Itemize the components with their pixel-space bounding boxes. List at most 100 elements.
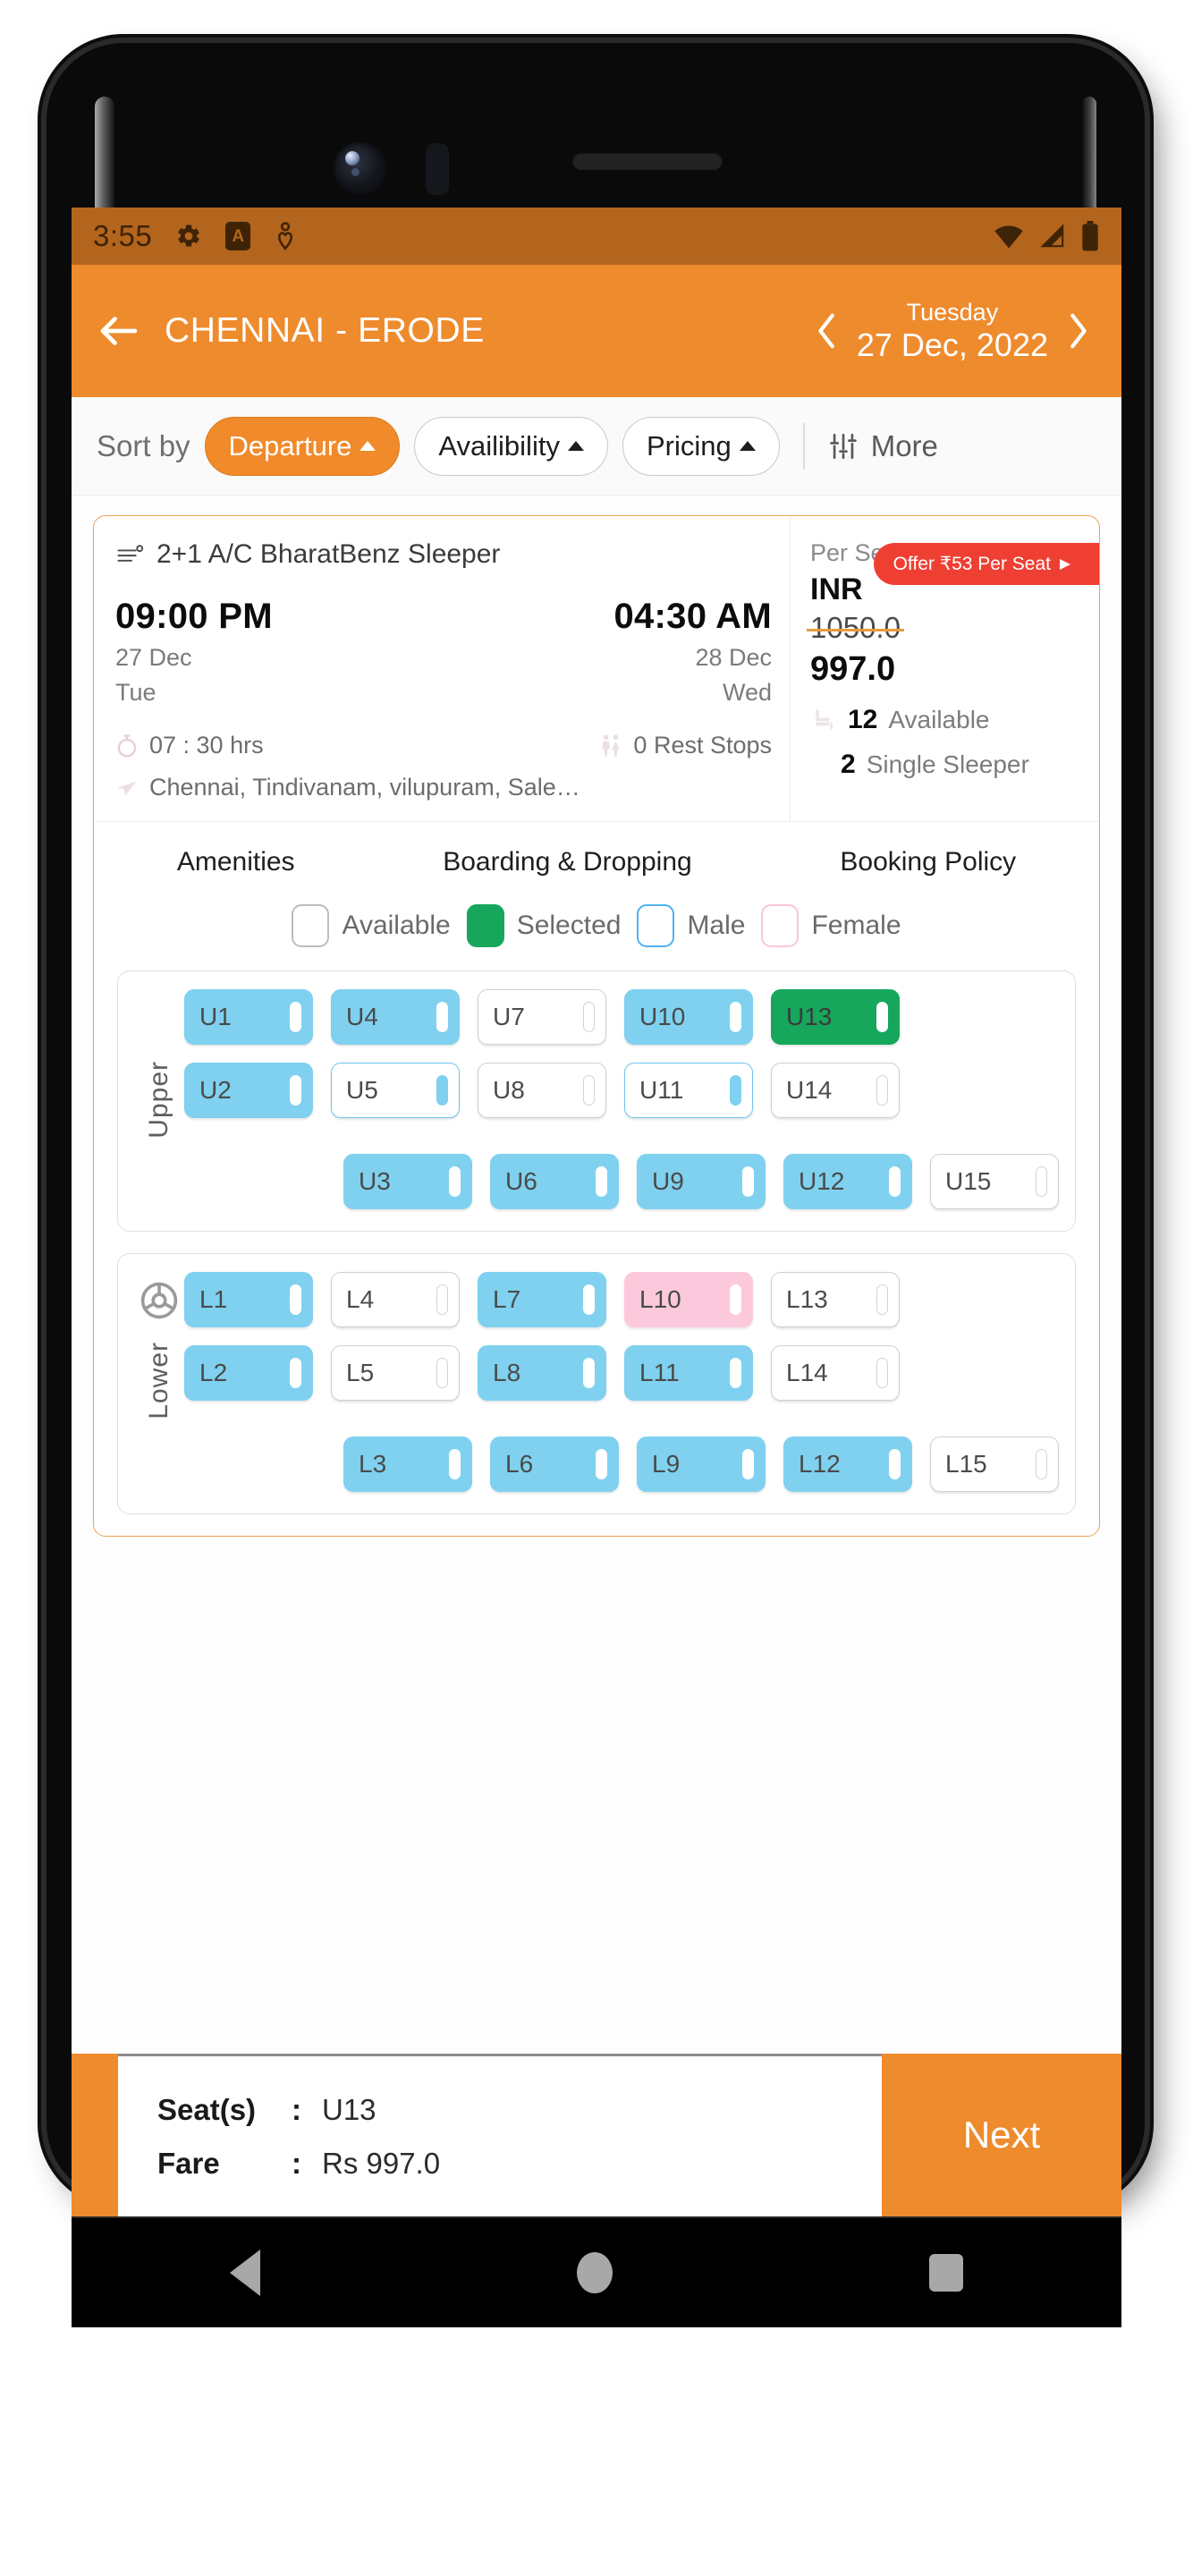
seat-label: U8 [493,1076,525,1104]
seat-L14[interactable]: L14 [771,1345,900,1401]
pillow-icon [449,1449,461,1479]
legend-swatch-available [292,904,330,947]
legend-swatch-male [637,904,675,947]
chevron-left-icon[interactable] [812,310,842,352]
seat-U4[interactable]: U4 [331,989,460,1045]
seat-label: U3 [359,1167,391,1195]
tab-booking-policy[interactable]: Booking Policy [840,847,1016,877]
seat-label: U13 [786,1003,833,1030]
seat-label: L10 [639,1285,681,1313]
page-title: CHENNAI - ERODE [165,311,485,350]
bus-icon [117,545,144,562]
departure-date: 27 Dec [115,644,192,671]
bus-name: 2+1 A/C BharatBenz Sleeper [157,539,501,569]
seat-U12[interactable]: U12 [783,1154,912,1209]
deck-upper-seats: U1 U4 U7 U10 U13 U2 U5 U8 U11 U14 U3 U6 … [184,989,1059,1209]
sort-chip-departure[interactable]: Departure [204,416,401,476]
offer-badge: Offer ₹53 Per Seat [873,543,1099,585]
seat-U13[interactable]: U13 [771,989,900,1045]
arrival-date: 28 Dec [695,644,772,671]
restroom-icon [602,733,621,757]
front-camera [333,141,388,197]
seat-L6[interactable]: L6 [490,1436,619,1492]
departure-block: 09:00 PM 27 Dec Tue [115,597,273,707]
seat-U14[interactable]: U14 [771,1063,900,1118]
seat-U3[interactable]: U3 [343,1154,472,1209]
bus-card[interactable]: 2+1 A/C BharatBenz Sleeper 09:00 PM 27 D… [93,515,1100,1537]
seat-U15[interactable]: U15 [930,1154,1059,1209]
seat-L10[interactable]: L10 [624,1272,753,1327]
route-text: Chennai, Tindivanam, vilupuram, Sale… [149,774,580,801]
pillow-icon [290,1075,301,1106]
duration-text: 07 : 30 hrs [149,732,264,758]
seat-L3[interactable]: L3 [343,1436,472,1492]
seat-L5[interactable]: L5 [331,1345,460,1401]
date-label: 27 Dec, 2022 [856,326,1048,363]
available-count: 12 [848,705,878,734]
steering-wheel-icon [140,1282,178,1319]
fare-colon: : [292,2146,301,2180]
seat-U5[interactable]: U5 [331,1063,460,1118]
seat-L15[interactable]: L15 [930,1436,1059,1492]
legend-label-selected: Selected [516,911,622,940]
pillow-icon [436,1284,448,1315]
rest-stops-text: 0 Rest Stops [633,732,772,758]
circle-home-icon[interactable] [577,2252,613,2293]
seat-U11[interactable]: U11 [624,1063,753,1118]
pillow-icon [730,1002,741,1032]
seat-legend: Available Selected Male Female [94,899,1099,970]
square-recents-icon[interactable] [929,2254,963,2292]
pillow-icon [290,1358,301,1388]
seat-U9[interactable]: U9 [637,1154,766,1209]
pillow-icon [1036,1166,1047,1197]
selected-seats-line: Seat(s) : U13 [157,2093,882,2127]
seat-label: U6 [505,1167,537,1195]
bottom-summary-bar: Seat(s) : U13 Fare : Rs 997.0 Next [72,2054,1121,2216]
seat-U6[interactable]: U6 [490,1154,619,1209]
seat-L11[interactable]: L11 [624,1345,753,1401]
duration-meta: 07 : 30 hrs [115,732,264,759]
deck-upper: Upper U1 U4 U7 U10 U13 U2 U5 U8 U11 U14 … [117,970,1076,1232]
seat-L9[interactable]: L9 [637,1436,766,1492]
summary-panel: Seat(s) : U13 Fare : Rs 997.0 [118,2054,882,2216]
available-seats: 12 Available [810,705,1083,735]
seat-label: L6 [505,1450,534,1478]
rest-stops-meta: 0 Rest Stops [599,732,772,759]
sort-chip-availibility[interactable]: Availibility [414,416,608,476]
pillow-icon [596,1449,607,1479]
more-filters-button[interactable]: More [828,429,938,463]
pillow-icon [583,1358,595,1388]
triangle-back-icon[interactable] [230,2250,260,2296]
sort-chip-pricing[interactable]: Pricing [622,416,780,476]
seat-L7[interactable]: L7 [478,1272,606,1327]
tab-amenities[interactable]: Amenities [177,847,295,877]
chevron-right-icon[interactable] [1062,310,1093,352]
seat-U2[interactable]: U2 [184,1063,313,1118]
seat-U8[interactable]: U8 [478,1063,606,1118]
back-arrow-icon[interactable] [95,307,143,355]
seat-L1[interactable]: L1 [184,1272,313,1327]
seat-U1[interactable]: U1 [184,989,313,1045]
pillow-icon [876,1284,888,1315]
tag-icon [1060,558,1070,570]
seat-L13[interactable]: L13 [771,1272,900,1327]
tab-boarding-dropping[interactable]: Boarding & Dropping [443,847,692,877]
pillow-icon [583,1075,595,1106]
arrival-time: 04:30 AM [613,597,772,636]
seat-U7[interactable]: U7 [478,989,606,1045]
legend-swatch-selected [466,904,504,947]
seat-L12[interactable]: L12 [783,1436,912,1492]
seat-label: L12 [799,1450,841,1478]
seat-L2[interactable]: L2 [184,1345,313,1401]
pillow-icon [889,1166,901,1197]
seat-L8[interactable]: L8 [478,1345,606,1401]
a-badge-icon: A [225,222,251,250]
sort-chip-departure-label: Departure [228,429,352,462]
next-button[interactable]: Next [882,2054,1121,2216]
route-meta: Chennai, Tindivanam, vilupuram, Sale… [115,774,772,801]
seat-U10[interactable]: U10 [624,989,753,1045]
seat-L4[interactable]: L4 [331,1272,460,1327]
weekday-label: Tuesday [906,298,999,326]
single-count: 2 [841,750,856,779]
deck-upper-label-wrap: Upper [134,989,184,1209]
